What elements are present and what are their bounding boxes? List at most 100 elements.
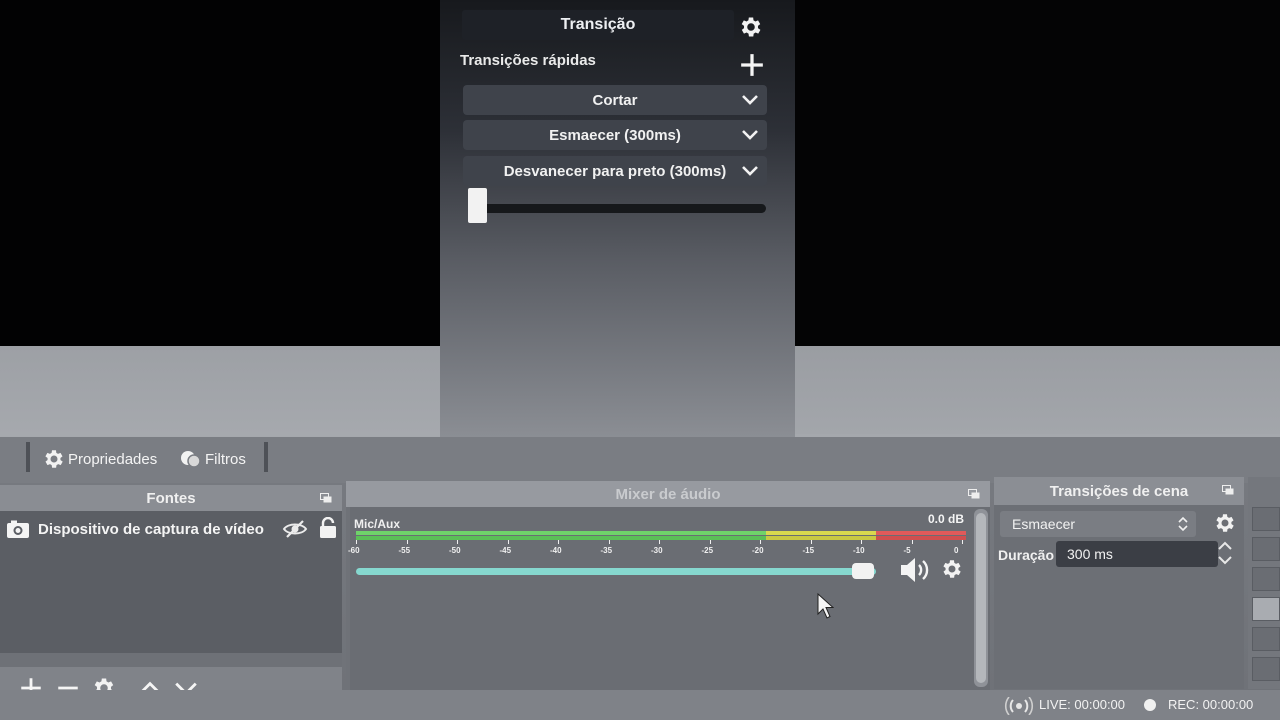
meter-tick-label: -30 [651,546,663,555]
sources-title-text: Fontes [146,489,196,507]
controls-button[interactable] [1252,597,1280,621]
meter-tick-mark [911,540,913,544]
toolbar-separator [264,442,268,472]
meter-tick-mark [810,540,812,544]
duration-spinner-icon[interactable] [1216,539,1234,567]
properties-label: Propriedades [68,450,158,468]
transition-type-value: Esmaecer [1012,516,1076,532]
controls-button[interactable] [1252,567,1280,591]
mixer-level-db: 0.0 dB [927,512,964,526]
quick-transition-label: Cortar [592,91,638,109]
source-name: Dispositivo de captura de vídeo [38,520,264,538]
transition-button[interactable]: Transição [462,10,734,40]
duration-value: 300 ms [1067,546,1113,562]
meter-tick-label: -60 [348,546,360,555]
toolbar-separator [26,442,30,472]
meter-tick-mark [356,540,357,544]
tbar-slider-track[interactable] [468,204,766,213]
meter-tick-label: -5 [903,546,911,555]
chevron-down-icon [742,130,758,140]
source-item[interactable]: Dispositivo de captura de vídeo [0,515,342,543]
scene-transitions-title-text: Transições de cena [1049,482,1189,500]
gear-icon[interactable] [940,557,964,581]
quick-transition-fade[interactable]: Esmaecer (300ms) [463,120,767,150]
meter-tick-mark [507,540,509,544]
mixer-channel-area: Mic/Aux 0.0 dB -60 -55 -50 -45 -40 -35 -30 -25-… [348,507,990,705]
meter-tick-label: -10 [853,546,865,555]
meter-tick-mark [558,540,559,544]
camera-icon [7,520,29,538]
volume-meter [356,531,966,540]
gear-icon[interactable] [738,14,764,40]
sources-title: Fontes [0,485,342,511]
meter-tick-label: -45 [499,546,512,555]
sources-list[interactable]: Dispositivo de captura de vídeo [0,511,342,653]
meter-tick-label: -20 [752,546,764,555]
updown-chevron-icon [1178,516,1188,532]
add-icon[interactable] [739,52,765,78]
scene-transitions-title: Transições de cena [994,477,1244,505]
meter-tick-mark [760,540,761,544]
audio-mixer-title: Mixer de áudio [346,481,990,507]
volume-meter-scale: -60 -55 -50 -45 -40 -35 -30 -25 -20 -15 -10 -5 0 [348,540,970,560]
meter-tick-label: -50 [449,546,461,555]
mouse-cursor-icon [817,592,834,619]
gear-icon[interactable] [1213,511,1237,535]
quick-transition-cut[interactable]: Cortar [463,85,767,115]
meter-tick-mark [406,540,408,544]
filters-button[interactable]: Filtros [179,445,246,473]
float-dock-icon[interactable] [1222,485,1234,495]
float-dock-icon[interactable] [320,493,332,503]
meter-tick-label: -55 [398,546,411,555]
filter-icon [181,451,201,468]
quick-transition-fade-to-black[interactable]: Desvanecer para preto (300ms) [463,156,767,186]
filters-label: Filtros [205,450,246,468]
rec-timer: REC: 00:00:00 [1168,697,1254,712]
record-indicator-icon [1144,699,1156,711]
volume-slider-handle[interactable] [852,563,875,579]
meter-tick-label: -25 [701,546,714,555]
meter-tick-mark [659,540,660,544]
transition-type-select[interactable]: Esmaecer [1000,511,1196,537]
float-dock-icon[interactable] [968,489,980,499]
preview-left-padding [0,346,456,436]
meter-tick-mark [457,540,458,544]
meter-tick-mark [861,540,862,544]
chevron-down-icon [742,95,758,105]
mixer-scrollbar-handle[interactable] [976,513,986,683]
tbar-slider-handle[interactable] [468,188,487,223]
live-timer: LIVE: 00:00:00 [1039,697,1126,712]
transition-panel: Transição Transições rápidas Cortar Esma… [440,0,795,437]
meter-tick-label: -15 [802,546,815,555]
duration-label: Duração [998,547,1055,563]
quick-transitions-label: Transições rápidas [460,52,596,69]
controls-dock-partial [1248,477,1280,689]
properties-button[interactable]: Propriedades [42,445,157,473]
duration-input[interactable]: 300 ms [1056,541,1218,567]
broadcast-icon [1004,697,1034,715]
preview-program-right[interactable] [795,0,1280,346]
status-bar: LIVE: 00:00:00 REC: 00:00:00 [0,690,1280,720]
quick-transition-label: Esmaecer (300ms) [549,126,681,144]
controls-button[interactable] [1252,507,1280,531]
preview-right-padding [780,346,1280,434]
meter-tick-mark [962,540,963,544]
eye-hidden-icon[interactable] [282,518,308,540]
controls-button[interactable] [1252,657,1280,681]
meter-tick-mark [608,540,610,544]
meter-tick-label: 0 [954,546,959,555]
sources-dock: Fontes Dispositivo de captura de vídeo [0,485,342,705]
controls-button[interactable] [1252,537,1280,561]
preview-program-left[interactable] [0,0,440,346]
volume-slider-track[interactable] [356,568,876,575]
speaker-icon[interactable] [898,555,932,585]
meter-tick-label: -35 [600,546,613,555]
chevron-down-icon [742,166,758,176]
controls-button[interactable] [1252,627,1280,651]
scene-transitions-dock: Transições de cena Esmaecer Duração 300 … [994,477,1244,689]
gear-icon [45,450,63,468]
mixer-channel-name: Mic/Aux [354,517,401,531]
unlock-icon[interactable] [318,517,338,539]
quick-transition-label: Desvanecer para preto (300ms) [503,162,727,180]
audio-mixer-title-text: Mixer de áudio [615,485,721,503]
